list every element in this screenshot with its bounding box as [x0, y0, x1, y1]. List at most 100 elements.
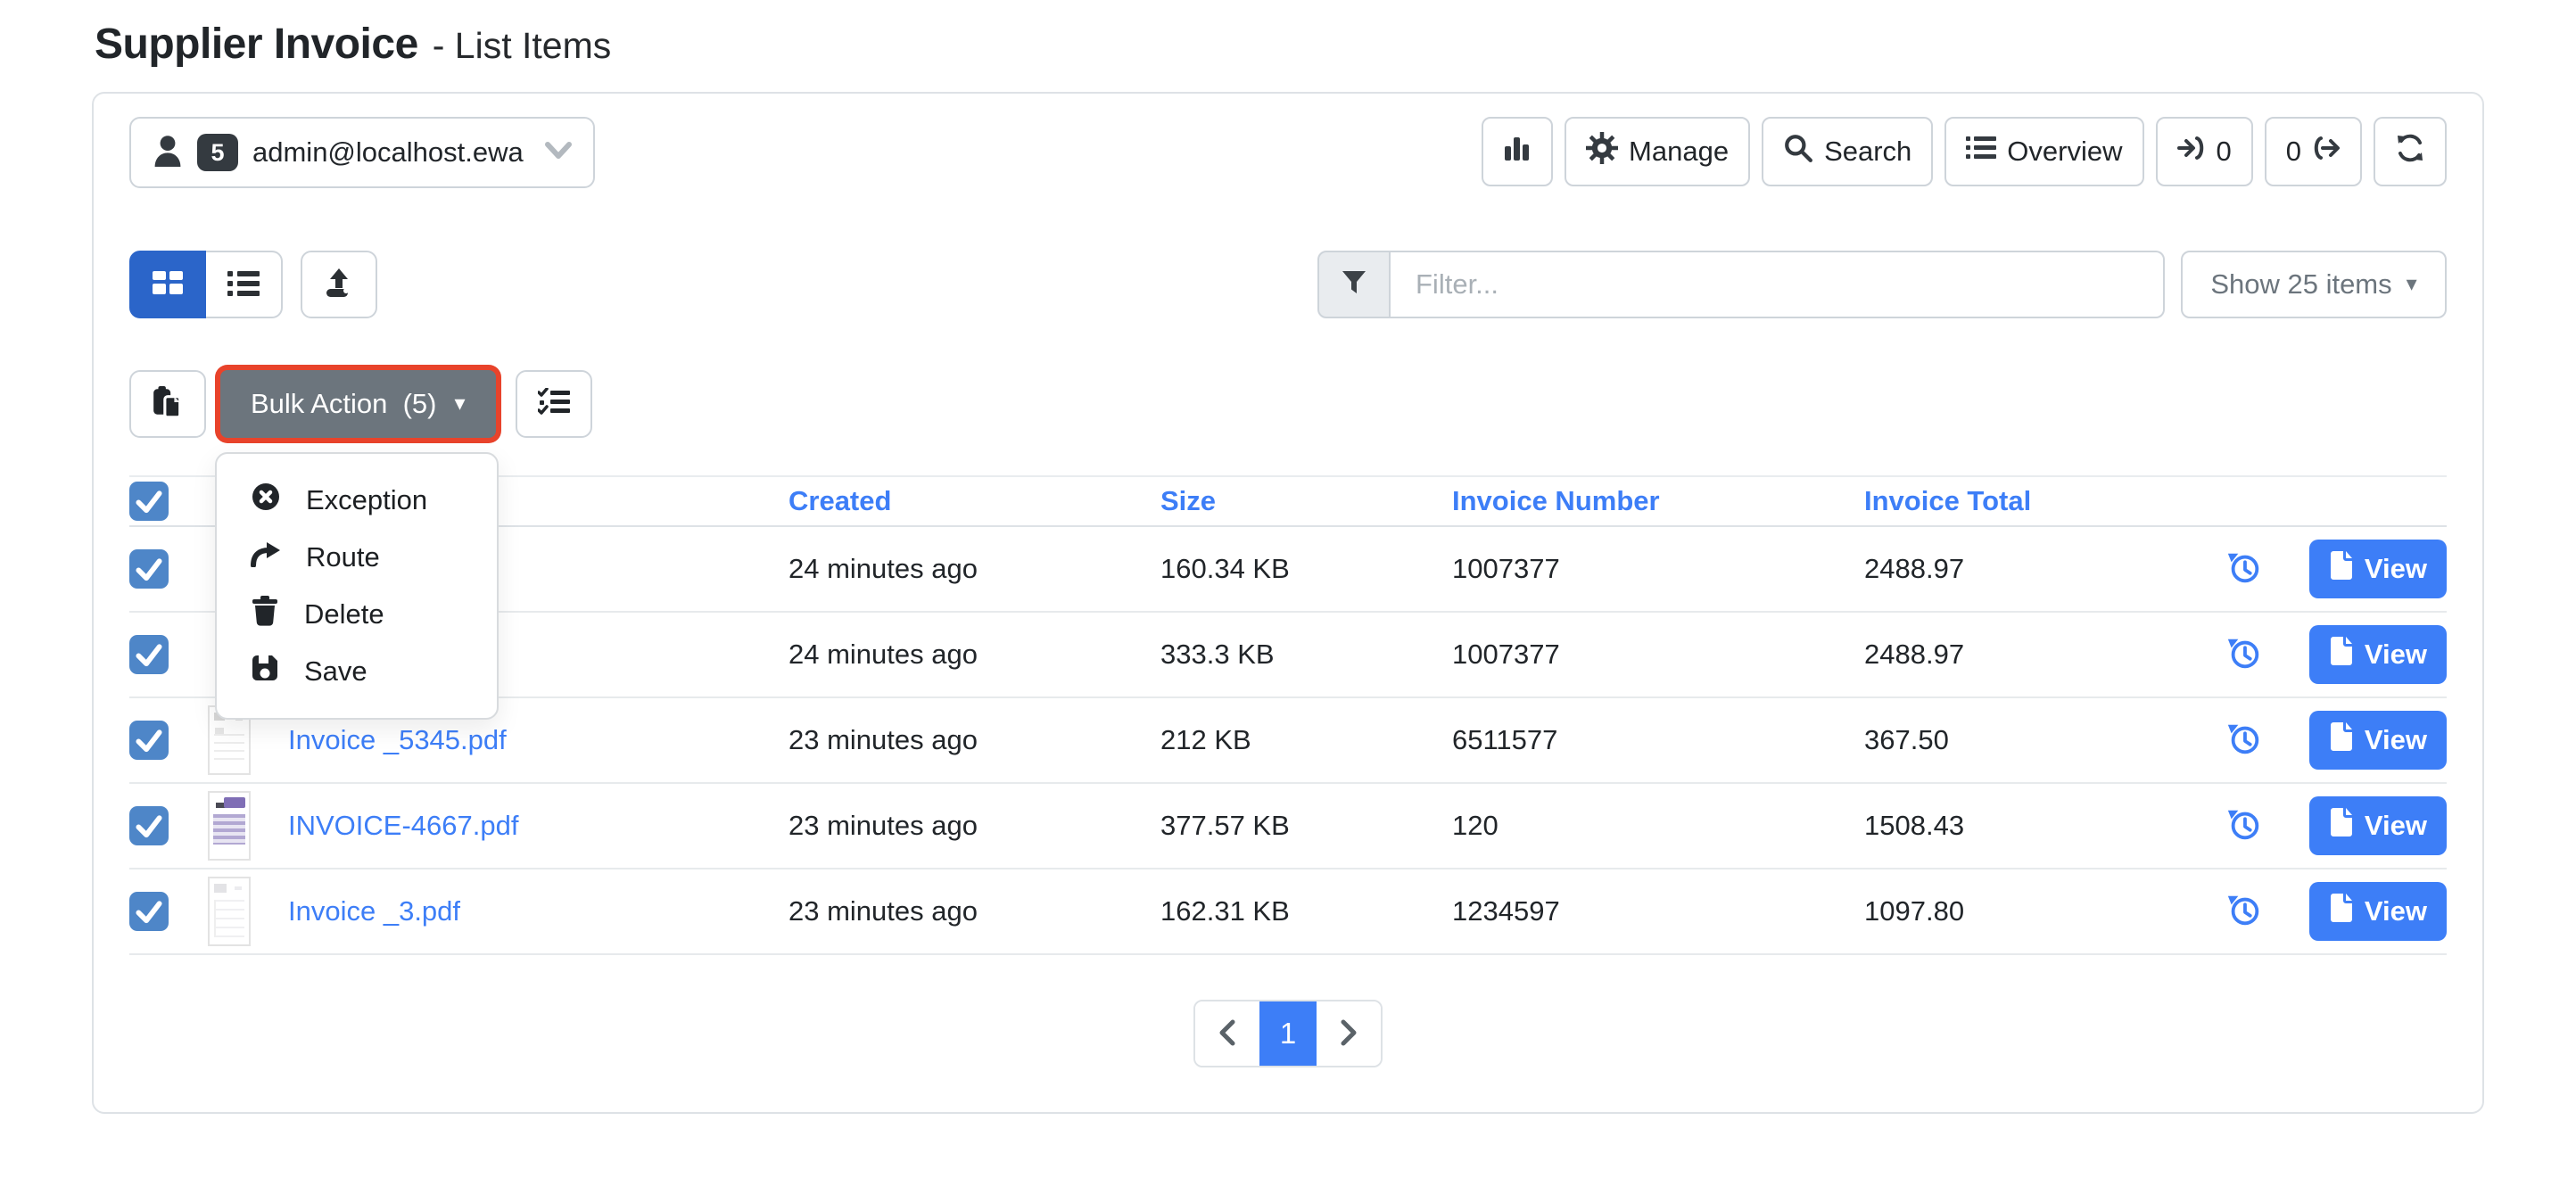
view-label: View — [2365, 724, 2427, 756]
created-cell: 24 minutes ago — [756, 639, 1152, 671]
menu-item-label: Delete — [304, 598, 384, 630]
file-link[interactable]: INVOICE-4667.pdf — [288, 810, 518, 841]
invoice-number-cell: 1007377 — [1432, 553, 1845, 585]
history-icon — [2225, 721, 2263, 761]
size-cell: 212 KB — [1152, 724, 1432, 756]
pdf-thumbnail — [208, 791, 251, 861]
sign-in-button[interactable]: 0 — [2156, 117, 2253, 186]
file-icon — [2329, 550, 2354, 588]
copy-button[interactable] — [129, 370, 206, 438]
row-checkbox[interactable] — [129, 892, 169, 931]
copy-paste-icon — [152, 385, 184, 424]
view-button[interactable]: View — [2309, 625, 2447, 684]
row-checkbox[interactable] — [129, 635, 169, 674]
person-icon — [153, 135, 183, 171]
checklist-button[interactable] — [516, 370, 592, 438]
sign-out-button[interactable]: 0 — [2265, 117, 2362, 186]
overview-button[interactable]: Overview — [1944, 117, 2143, 186]
invoice-number-cell: 1007377 — [1432, 639, 1845, 671]
sign-out-count: 0 — [2286, 136, 2301, 168]
file-icon — [2329, 807, 2354, 845]
menu-item-label: Exception — [306, 484, 427, 516]
file-icon — [2329, 893, 2354, 930]
menu-item-route[interactable]: Route — [217, 529, 497, 586]
history-button[interactable] — [2225, 806, 2263, 846]
view-button[interactable]: View — [2309, 882, 2447, 941]
menu-item-delete[interactable]: Delete — [217, 586, 497, 643]
file-link[interactable]: Invoice _3.pdf — [288, 895, 460, 927]
view-button[interactable]: View — [2309, 711, 2447, 770]
file-thumbnail-cell — [208, 877, 288, 946]
header-invoice-number[interactable]: Invoice Number — [1432, 485, 1845, 517]
top-action-buttons: Manage Search Overview 0 — [1482, 117, 2447, 186]
page-number-button[interactable]: 1 — [1259, 1001, 1317, 1066]
search-button[interactable]: Search — [1762, 117, 1933, 186]
view-label: View — [2365, 553, 2427, 585]
user-count-badge: 5 — [197, 134, 238, 171]
invoice-number-cell: 6511577 — [1432, 724, 1845, 756]
overview-label: Overview — [2007, 136, 2122, 168]
history-button[interactable] — [2225, 549, 2263, 589]
chevron-left-icon — [1217, 1018, 1238, 1050]
manage-button[interactable]: Manage — [1565, 117, 1750, 186]
filter-controls: Show 25 items ▾ — [1317, 251, 2447, 318]
header-invoice-total[interactable]: Invoice Total — [1845, 485, 2206, 517]
filter-input[interactable] — [1391, 251, 2165, 318]
bar-chart-icon — [1503, 134, 1532, 169]
row-checkbox[interactable] — [129, 721, 169, 760]
file-link[interactable]: Invoice _5345.pdf — [288, 724, 507, 755]
select-all-checkbox[interactable] — [129, 482, 169, 521]
invoice-total-cell: 2488.97 — [1845, 553, 2206, 585]
manage-label: Manage — [1629, 136, 1729, 168]
user-selector-dropdown[interactable]: 5 admin@localhost.ewa — [129, 117, 595, 188]
created-cell: 23 minutes ago — [756, 810, 1152, 842]
view-controls — [129, 251, 377, 318]
history-button[interactable] — [2225, 635, 2263, 675]
bulk-action-button[interactable]: Bulk Action (5) ▾ — [220, 370, 496, 438]
previous-page-button[interactable] — [1195, 1001, 1259, 1066]
file-thumbnail-cell — [208, 791, 288, 861]
history-button[interactable] — [2225, 721, 2263, 761]
gear-icon — [1586, 132, 1618, 171]
page-title-main: Supplier Invoice — [95, 20, 418, 69]
pdf-thumbnail — [208, 877, 251, 946]
next-page-button[interactable] — [1317, 1001, 1381, 1066]
size-cell: 160.34 KB — [1152, 553, 1432, 585]
sign-in-count: 0 — [2217, 136, 2232, 168]
header-select-all-cell — [129, 482, 208, 521]
sign-in-icon — [2177, 134, 2206, 169]
history-button[interactable] — [2225, 892, 2263, 932]
menu-item-label: Save — [304, 655, 367, 688]
view-button[interactable]: View — [2309, 540, 2447, 598]
history-icon — [2225, 892, 2263, 932]
filter-prepend — [1317, 251, 1391, 318]
menu-item-label: Route — [306, 541, 380, 573]
list-view-toggle[interactable] — [206, 251, 283, 318]
row-checkbox[interactable] — [129, 806, 169, 845]
show-items-dropdown[interactable]: Show 25 items ▾ — [2181, 251, 2447, 318]
trash-icon — [251, 596, 279, 633]
controls-row: Show 25 items ▾ — [129, 251, 2447, 318]
created-cell: 23 minutes ago — [756, 724, 1152, 756]
view-button[interactable]: View — [2309, 796, 2447, 855]
bulk-action-row: Bulk Action (5) ▾ Exception Route — [129, 370, 2447, 438]
save-floppy-icon — [251, 654, 279, 689]
content-panel: 5 admin@localhost.ewa Manage — [92, 92, 2484, 1114]
table-view-toggle[interactable] — [129, 251, 206, 318]
pagination-group: 1 — [1193, 1000, 1383, 1067]
view-label: View — [2365, 639, 2427, 671]
bulk-action-label: Bulk Action (5) — [251, 388, 436, 420]
route-arrow-icon — [251, 540, 281, 574]
menu-item-exception[interactable]: Exception — [217, 472, 497, 529]
upload-button[interactable] — [301, 251, 377, 318]
menu-item-save[interactable]: Save — [217, 643, 497, 700]
header-size[interactable]: Size — [1152, 485, 1432, 517]
header-created[interactable]: Created — [756, 485, 1152, 517]
sign-out-icon — [2312, 134, 2341, 169]
stats-button[interactable] — [1482, 117, 1553, 186]
view-mode-toggle — [129, 251, 283, 318]
user-label: admin@localhost.ewa — [252, 136, 524, 169]
row-checkbox[interactable] — [129, 549, 169, 589]
refresh-button[interactable] — [2374, 117, 2447, 186]
table-row: INVOICE-4667.pdf 23 minutes ago 377.57 K… — [129, 784, 2447, 869]
